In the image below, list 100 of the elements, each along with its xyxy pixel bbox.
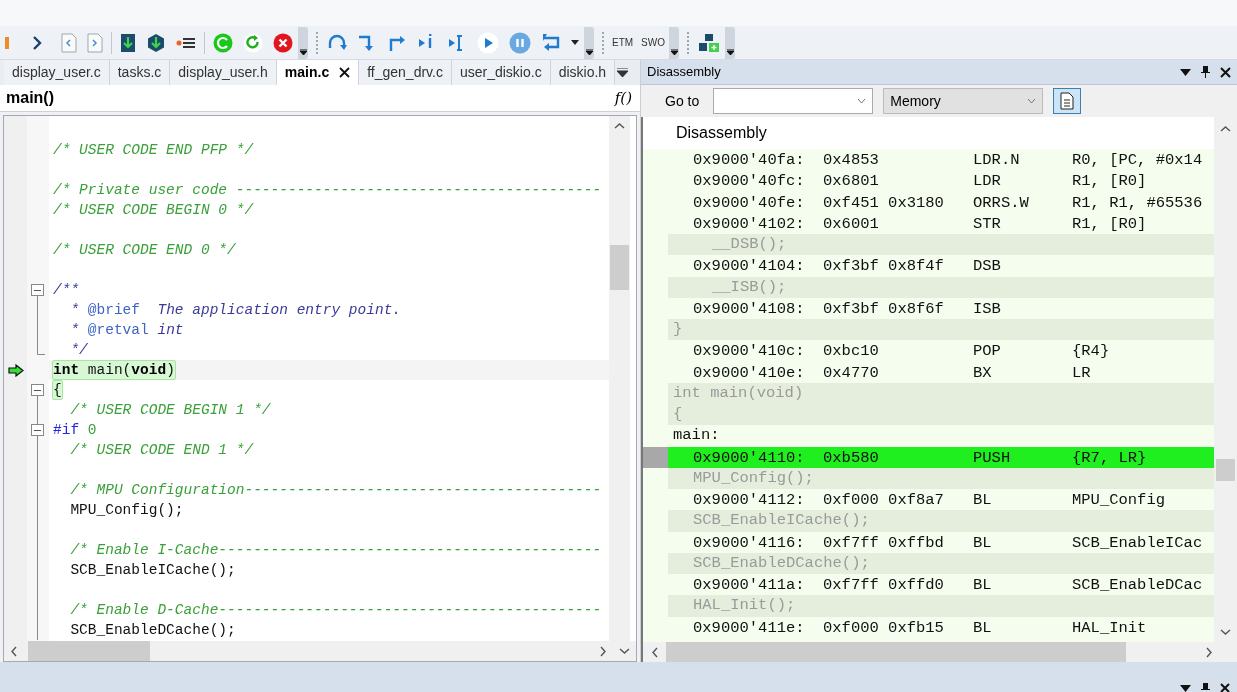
- toolbar-overflow-button[interactable]: [669, 26, 679, 59]
- opcode-cell: 0xf000 0xf8a7: [823, 491, 944, 509]
- fold-end-line: [37, 340, 45, 355]
- overflow-icon: [617, 68, 628, 77]
- mnemonic-cell: BL: [973, 576, 992, 594]
- code-line: /* Enable D-Cache--------------------------------------------: [69, 601, 602, 619]
- file-tab[interactable]: user_diskio.c: [451, 60, 551, 85]
- mnemonic-cell: DSB: [973, 257, 1001, 276]
- scroll-up-icon[interactable]: [1220, 125, 1231, 133]
- file-tab[interactable]: main.c: [276, 60, 360, 85]
- scroll-left-icon[interactable]: [651, 647, 659, 658]
- address-cell: 0x9000'410e:: [693, 363, 805, 382]
- overflow-icon: [585, 48, 593, 55]
- document-button[interactable]: [1053, 88, 1082, 114]
- toolbar-overflow-button[interactable]: [584, 26, 594, 59]
- address-cell: 0x9000'4112:: [693, 491, 805, 509]
- close-icon[interactable]: [1220, 66, 1231, 78]
- pin-icon[interactable]: [1201, 66, 1210, 78]
- dropdown-icon[interactable]: [1180, 685, 1191, 692]
- scroll-right-icon[interactable]: [599, 646, 607, 657]
- opcode-cell: 0xf451 0x3180: [823, 193, 944, 212]
- opcode-cell: 0xbc10: [823, 342, 879, 361]
- address-cell: 0x9000'4110:: [693, 448, 805, 467]
- mnemonic-cell: LDR: [973, 172, 1001, 191]
- column-header: Disassembly: [676, 123, 767, 143]
- refresh-icon: [243, 32, 263, 53]
- mnemonic-cell: LDR.N: [973, 151, 1020, 169]
- file-tab[interactable]: display_user.c: [4, 60, 110, 85]
- memory-select[interactable]: Memory: [883, 88, 1044, 114]
- close-icon[interactable]: [339, 67, 351, 78]
- address-cell: 0x9000'411e:: [693, 618, 805, 637]
- operands-cell: MPU_Config: [1072, 491, 1165, 509]
- dropdown-icon[interactable]: [1180, 68, 1191, 76]
- document-left-icon: [61, 32, 77, 53]
- operands-cell: LR: [1072, 363, 1091, 382]
- file-tab[interactable]: display_user.h: [170, 60, 277, 85]
- code-line: MPU_Config();: [69, 501, 184, 519]
- trace-button[interactable]: ETM: [608, 29, 638, 56]
- reset-icon: [213, 32, 233, 53]
- code-line: SCB_EnableICache();: [69, 561, 236, 579]
- label-text: main:: [673, 425, 720, 447]
- function-name: main(): [6, 88, 54, 108]
- scroll-left-icon[interactable]: [10, 646, 18, 657]
- vertical-scrollbar[interactable]: [609, 116, 630, 641]
- scroll-down-icon[interactable]: [619, 647, 630, 655]
- function-button[interactable]: f(): [612, 86, 634, 110]
- toolbar-overflow-button[interactable]: [298, 26, 308, 59]
- close-icon[interactable]: [1220, 683, 1231, 692]
- scroll-down-icon[interactable]: [1220, 628, 1231, 636]
- code-line: /* USER CODE END 1 */: [69, 441, 254, 459]
- scroll-thumb[interactable]: [1216, 459, 1235, 481]
- file-tab[interactable]: ff_gen_drv.c: [359, 60, 452, 85]
- address-cell: 0x9000'410c:: [693, 342, 805, 361]
- mnemonic-cell: STR: [973, 214, 1001, 233]
- fold-toggle[interactable]: [31, 384, 44, 396]
- operands-cell: R1, [R0]: [1072, 172, 1147, 191]
- toolbar-overflow-button[interactable]: [725, 26, 735, 59]
- return-icon: [541, 32, 561, 53]
- code-line: /* Enable I-Cache--------------------------------------------: [69, 541, 602, 559]
- panel-title: Disassembly: [647, 63, 721, 82]
- file-tab[interactable]: diskio.h: [550, 60, 616, 85]
- chevron-down-icon[interactable]: [1027, 98, 1037, 104]
- chevron-down-icon[interactable]: [857, 98, 867, 104]
- opcode-cell: 0xf3bf 0x8f4f: [823, 257, 944, 276]
- operands-cell: R1, R1, #65536: [1072, 193, 1203, 212]
- operands-cell: R0, [PC, #0x14: [1072, 151, 1203, 169]
- fold-toggle[interactable]: [31, 424, 44, 436]
- run-icon: [477, 31, 499, 54]
- list-icon: [176, 35, 196, 50]
- file-tab[interactable]: tasks.c: [109, 60, 171, 85]
- code-line: /* USER CODE END PFP */: [53, 141, 254, 159]
- trace-button[interactable]: SWO: [637, 29, 669, 56]
- hexagon-download-icon: [146, 32, 166, 53]
- address-cell: 0x9000'4108:: [693, 299, 805, 318]
- opcode-cell: 0x6001: [823, 214, 879, 233]
- scroll-thumb[interactable]: [28, 641, 150, 661]
- mnemonic-cell: BL: [973, 618, 992, 637]
- code-line: /* USER CODE BEGIN 1 */: [69, 401, 271, 419]
- fold-toggle[interactable]: [31, 284, 44, 296]
- caret-down-icon: [571, 40, 579, 45]
- mnemonic-cell: PUSH: [973, 448, 1011, 467]
- operands-cell: SCB_EnableICac: [1072, 533, 1203, 552]
- opcode-cell: 0xf7ff 0xffd0: [823, 576, 944, 594]
- scroll-thumb[interactable]: [666, 642, 1126, 662]
- operands-cell: R1, [R0]: [1072, 214, 1147, 233]
- pin-icon[interactable]: [1201, 683, 1210, 692]
- scroll-thumb[interactable]: [610, 245, 629, 290]
- opcode-cell: 0x4853: [823, 151, 879, 169]
- mnemonic-cell: ISB: [973, 299, 1001, 318]
- opcode-cell: 0x6801: [823, 172, 879, 191]
- horizontal-scrollbar[interactable]: [643, 642, 1237, 662]
- scroll-right-icon[interactable]: [1205, 647, 1213, 658]
- stop-icon: [273, 32, 293, 53]
- code-line: * @retval int: [69, 321, 184, 339]
- scroll-up-icon[interactable]: [614, 122, 625, 130]
- document-icon: [1060, 92, 1075, 110]
- window-add-icon: [698, 32, 720, 53]
- opcode-cell: 0xb580: [823, 448, 879, 467]
- code-line: SCB_EnableDCache();: [69, 621, 236, 639]
- address-cell: 0x9000'411a:: [693, 576, 805, 594]
